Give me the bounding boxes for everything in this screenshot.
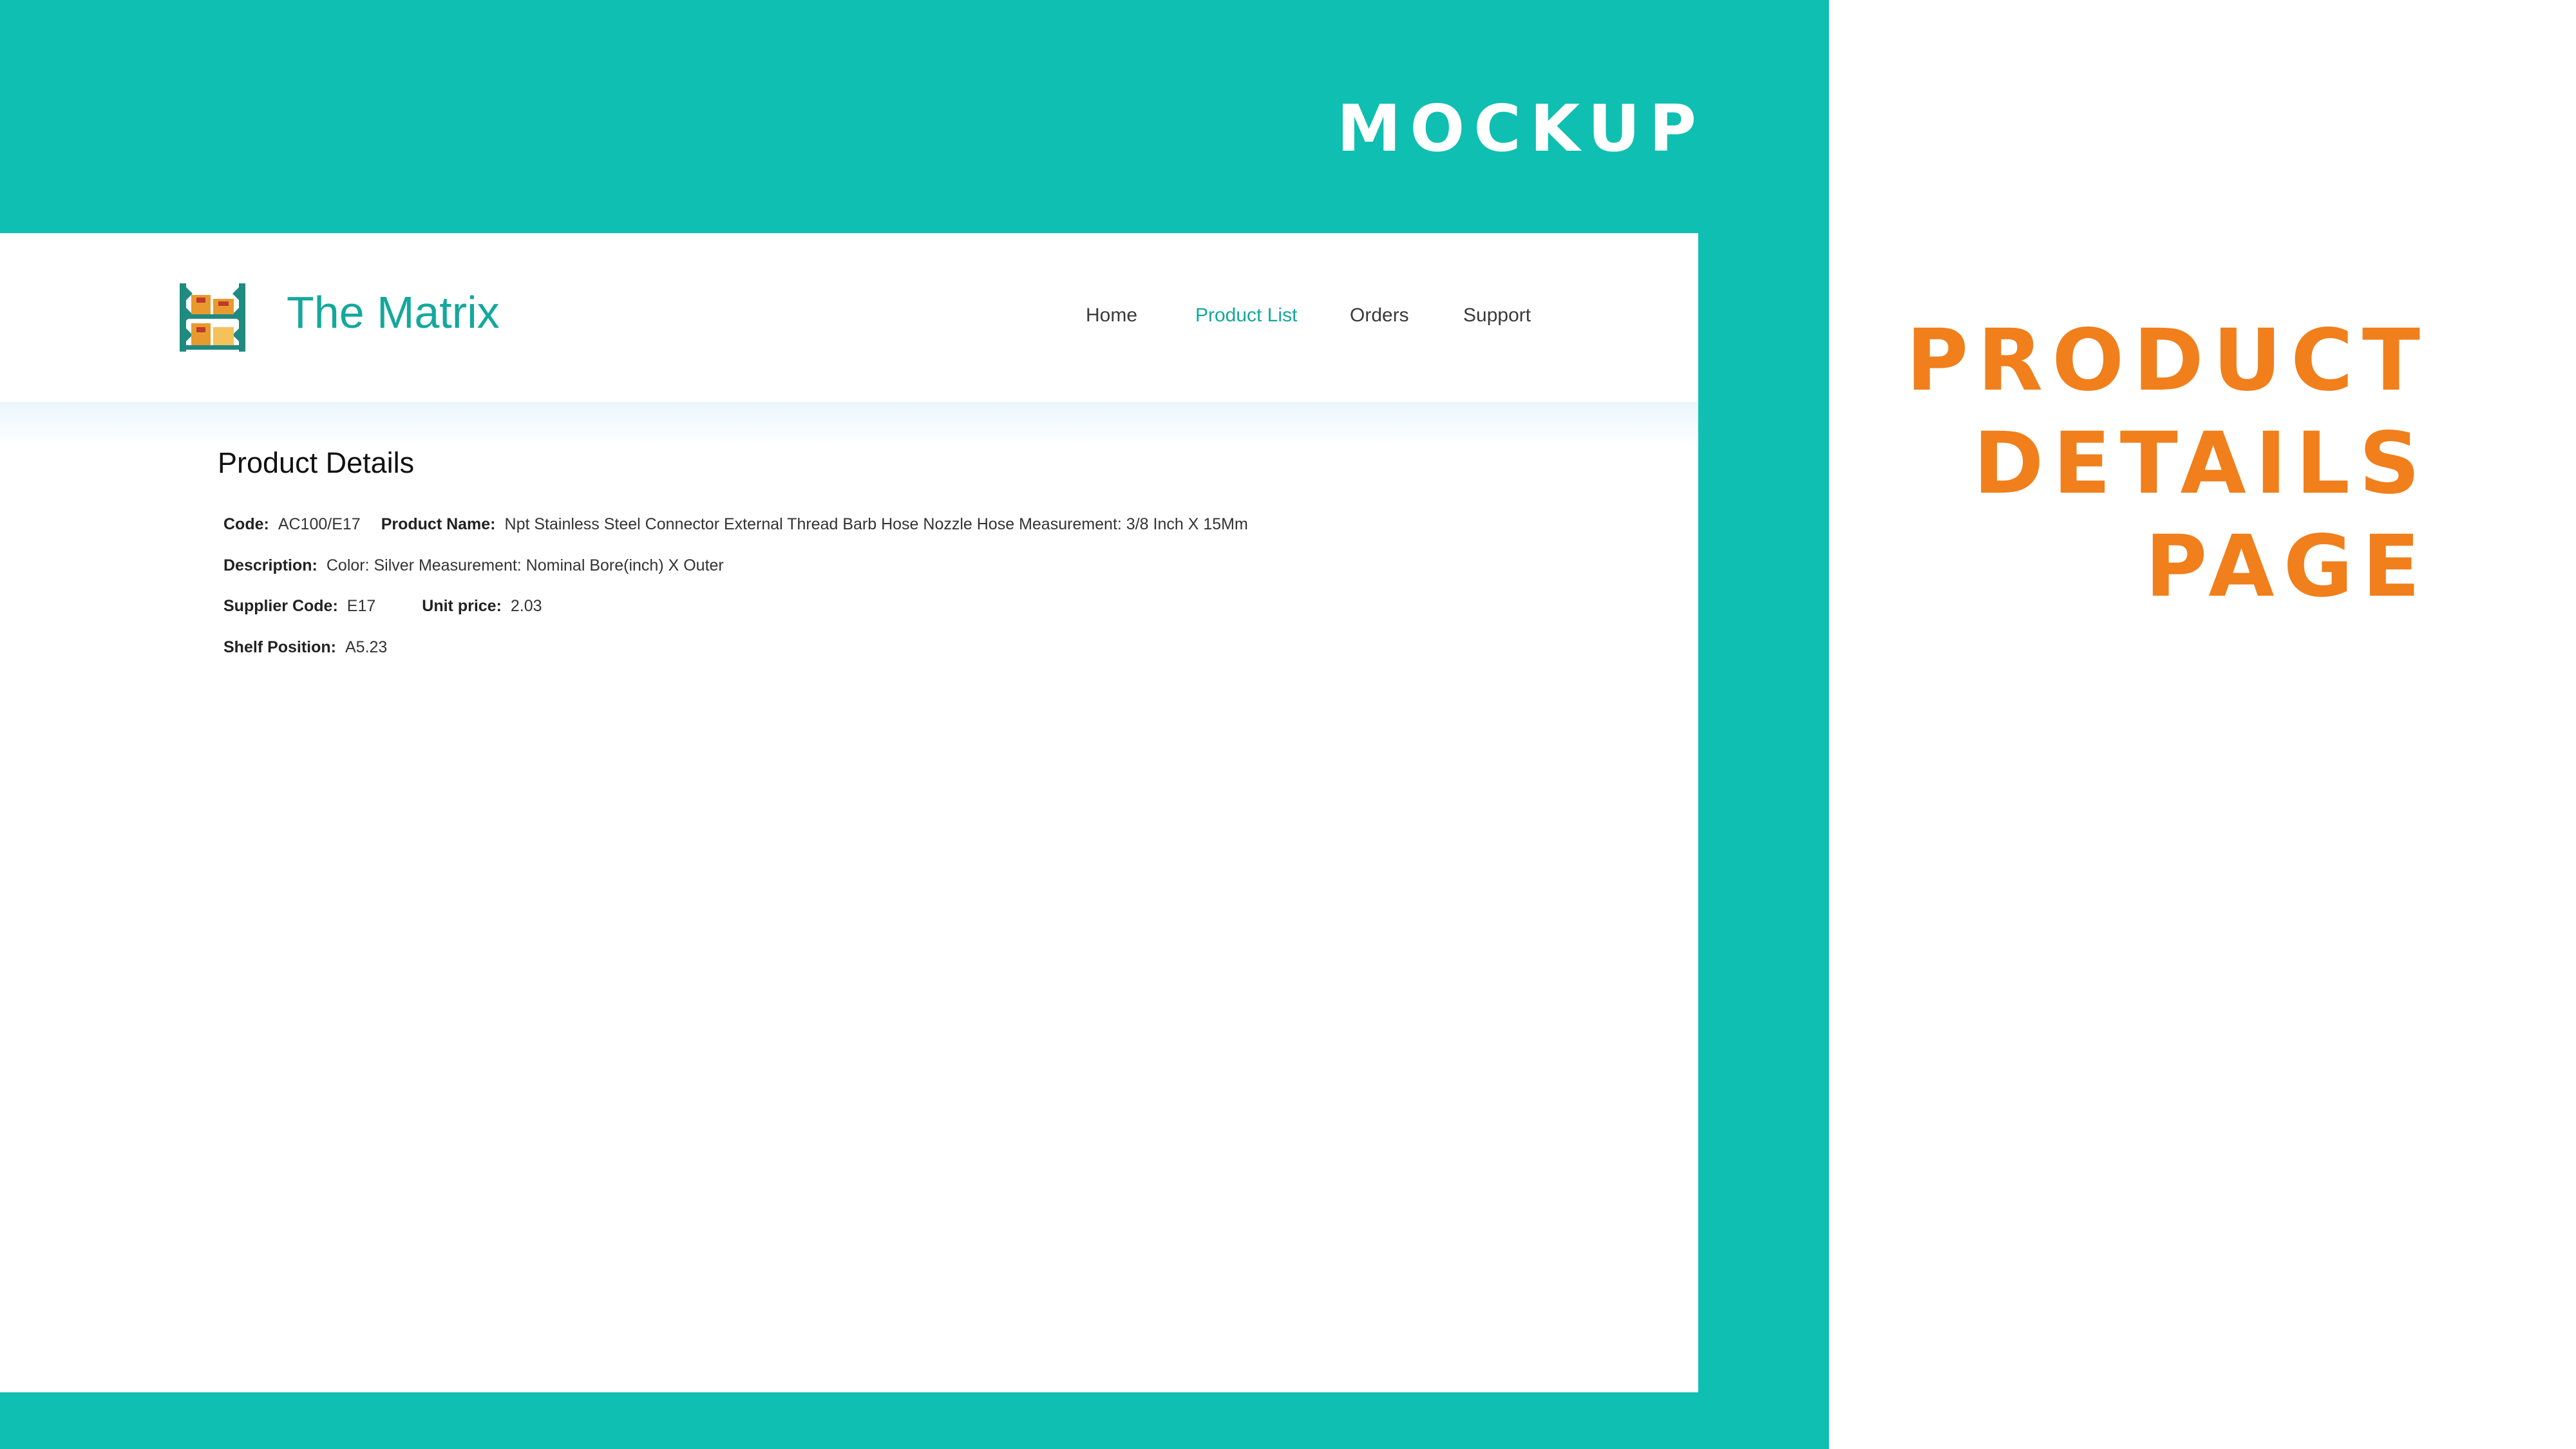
bottom-teal-strip: [0, 1392, 1829, 1449]
shelf-position-label: Shelf Position:: [223, 638, 336, 656]
shelf-position-value: A5.23: [345, 638, 388, 656]
supplier-code-label: Supplier Code:: [223, 597, 338, 615]
unit-price-label: Unit price:: [422, 597, 502, 615]
nav-product-list[interactable]: Product List: [1195, 306, 1297, 325]
navbar: The Matrix Home Product List Orders Supp…: [0, 233, 1698, 402]
nav-support[interactable]: Support: [1463, 306, 1531, 325]
warehouse-shelf-icon[interactable]: [177, 282, 248, 353]
side-title: PRODUCT DETAILS PAGE: [1906, 309, 2429, 618]
navbar-shadow: [0, 402, 1698, 447]
side-title-line-3: PAGE: [2145, 517, 2429, 616]
detail-row-code: Code: AC100/E17 Product Name: Npt Stainless…: [223, 516, 1269, 533]
brand-name[interactable]: The Matrix: [287, 290, 500, 335]
page-title: Product Details: [218, 446, 415, 479]
description-value: Color: Silver Measurement: Nominal Bore(…: [326, 556, 724, 574]
detail-row-shelf: Shelf Position: A5.23: [223, 639, 408, 656]
description-label: Description:: [223, 556, 317, 574]
product-name-value: Npt Stainless Steel Connector External T…: [504, 515, 1248, 533]
nav-home[interactable]: Home: [1086, 306, 1137, 325]
mockup-heading: MOCKUP: [1336, 91, 1705, 166]
side-title-line-1: PRODUCT: [1906, 311, 2429, 410]
mockup-screen: The Matrix Home Product List Orders Supp…: [0, 233, 1698, 1392]
product-name-label: Product Name:: [381, 515, 496, 533]
code-value: AC100/E17: [278, 515, 361, 533]
side-title-line-2: DETAILS: [1973, 414, 2429, 513]
supplier-code-value: E17: [346, 597, 376, 615]
detail-row-supplier: Supplier Code: E17 Unit price: 2.03: [223, 598, 563, 614]
detail-row-description: Description: Color: Silver Measurement: N…: [223, 558, 744, 574]
code-label: Code:: [223, 515, 269, 533]
unit-price-value: 2.03: [510, 597, 542, 615]
nav-orders[interactable]: Orders: [1350, 306, 1409, 325]
